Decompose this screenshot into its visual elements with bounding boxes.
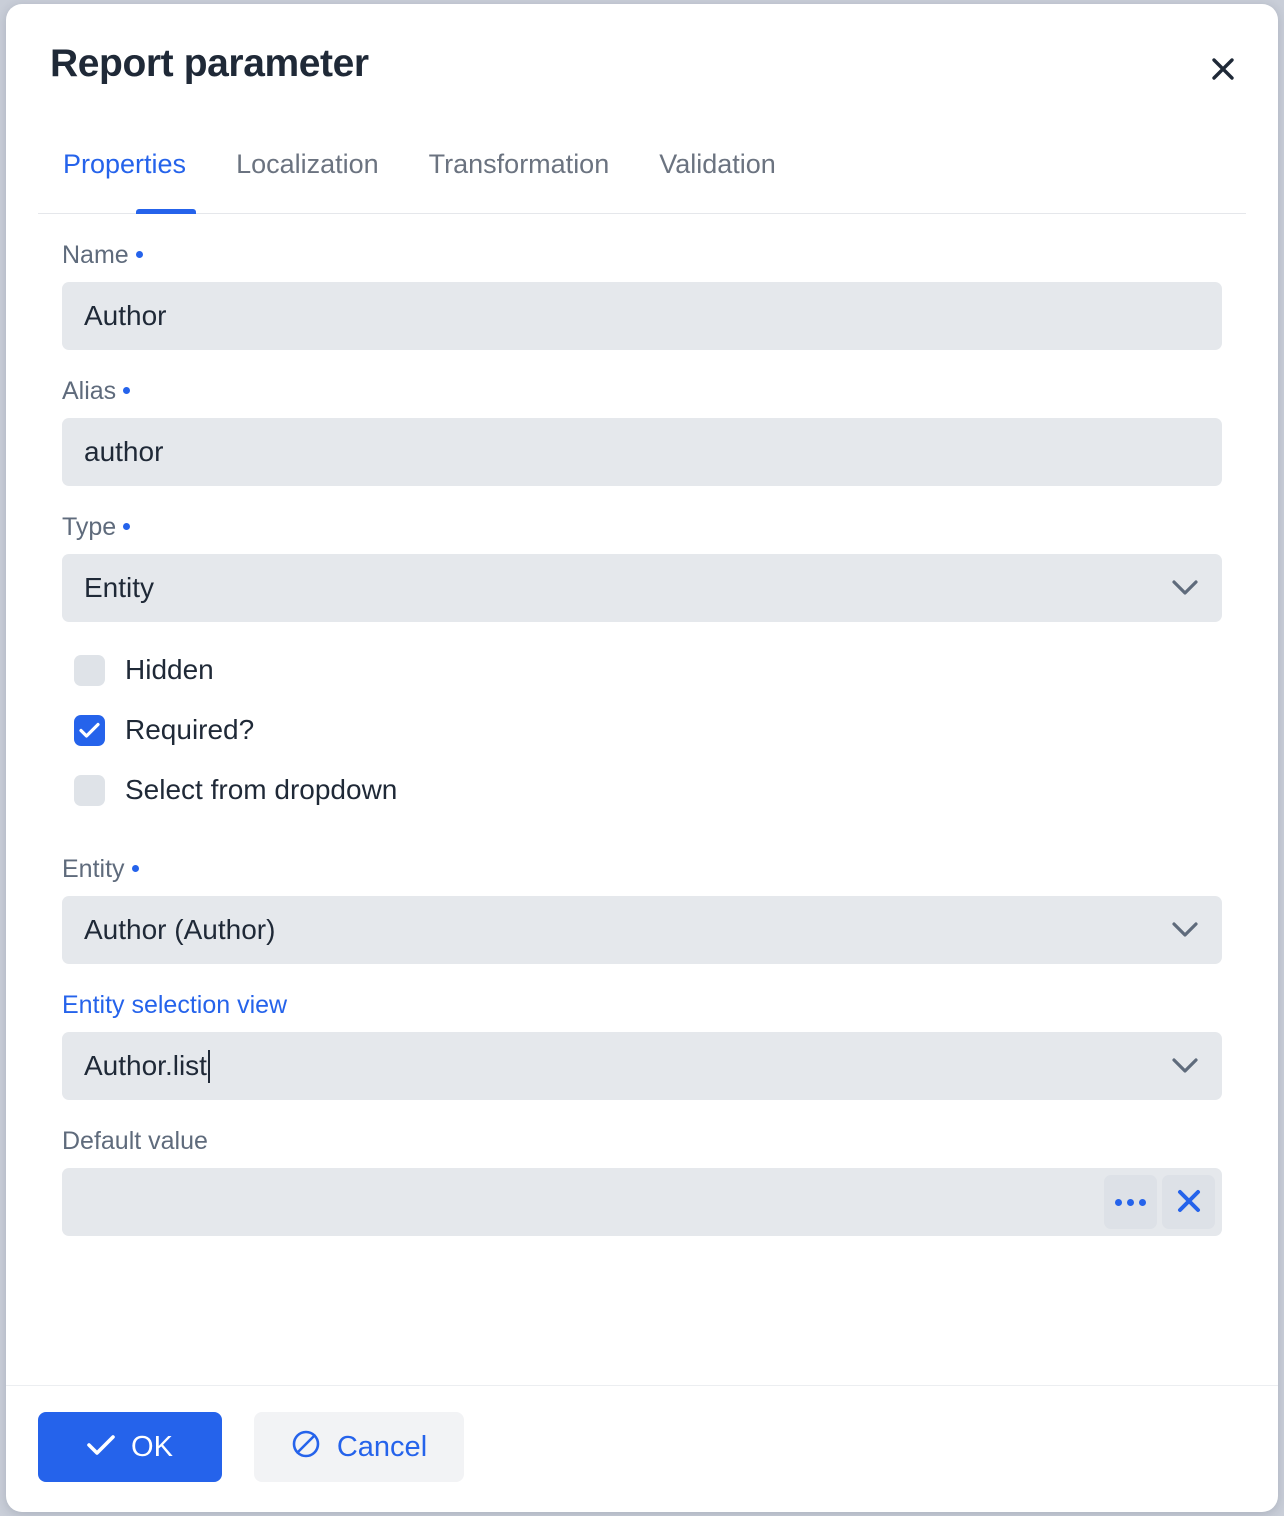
default-value-browse-button[interactable] [1104, 1175, 1157, 1229]
cancel-button-label: Cancel [336, 1430, 428, 1463]
close-icon [1210, 56, 1236, 82]
check-icon [87, 1433, 115, 1462]
entity-select[interactable]: Author (Author) [62, 896, 1222, 964]
ok-button[interactable]: OK [38, 1412, 222, 1482]
entity-selection-view-input[interactable]: Author.list [62, 1032, 1222, 1100]
required-dot-icon [135, 250, 143, 258]
dialog-header: Report parameter [6, 4, 1278, 132]
name-input[interactable]: Author [62, 282, 1222, 350]
check-icon [79, 722, 100, 739]
default-value-label: Default value [62, 1127, 208, 1155]
hidden-checkbox-label: Hidden [125, 654, 214, 685]
required-dot-icon [123, 522, 131, 530]
alias-label: Alias [62, 376, 1222, 406]
field-type: Type Entity [62, 512, 1222, 622]
chevron-down-icon[interactable] [1172, 1058, 1198, 1074]
type-label: Type [62, 512, 1222, 542]
entity-label: Entity [62, 854, 1222, 884]
chevron-down-icon[interactable] [1172, 580, 1198, 596]
hidden-checkbox[interactable] [74, 654, 105, 686]
required-checkbox[interactable] [74, 714, 105, 746]
tab-properties[interactable]: Properties [38, 132, 211, 180]
close-button[interactable] [1206, 52, 1240, 86]
alias-input-value: author [84, 436, 164, 467]
field-entity: Entity Author (Author) [62, 854, 1222, 964]
page-title: Report parameter [50, 42, 369, 85]
field-default-value: Default value [62, 1126, 1222, 1236]
default-value-input[interactable] [62, 1168, 1222, 1236]
name-input-value: Author [84, 300, 167, 331]
dialog-footer: OK Cancel [6, 1385, 1278, 1512]
name-label: Name [62, 240, 1222, 270]
default-value-clear-button[interactable] [1162, 1175, 1215, 1229]
type-select[interactable]: Entity [62, 554, 1222, 622]
required-checkbox-label: Required? [125, 714, 255, 745]
field-name: Name Author [62, 240, 1222, 350]
tab-divider [38, 213, 1246, 214]
text-cursor [207, 1049, 210, 1083]
select-from-dropdown-checkbox[interactable] [74, 774, 105, 806]
cancel-button[interactable]: Cancel [254, 1412, 464, 1482]
options-checkbox-group: Hidden Required? Select from dropdown [62, 640, 1222, 820]
tab-bar: Properties Localization Transformation V… [38, 132, 1246, 214]
field-alias: Alias author [62, 376, 1222, 486]
ban-icon [291, 1429, 321, 1465]
clear-x-icon [1175, 1187, 1203, 1218]
entity-label-text: Entity [62, 855, 125, 883]
chevron-down-icon[interactable] [1172, 922, 1198, 938]
entity-select-value: Author (Author) [84, 914, 276, 945]
ellipsis-icon [1115, 1198, 1146, 1206]
checkbox-row-required[interactable]: Required? [62, 700, 1222, 760]
active-tab-indicator [136, 209, 196, 214]
checkbox-row-select-from-dropdown[interactable]: Select from dropdown [62, 760, 1222, 820]
dialog-body: Name Author Alias author Type Entity Hid… [6, 214, 1278, 1385]
required-dot-icon [123, 386, 131, 394]
required-dot-icon [131, 864, 139, 872]
tab-transformation[interactable]: Transformation [404, 132, 635, 180]
type-select-value: Entity [84, 572, 155, 603]
field-entity-selection-view: Entity selection view Author.list [62, 990, 1222, 1100]
type-label-text: Type [62, 513, 117, 541]
tab-validation[interactable]: Validation [634, 132, 801, 180]
entity-selection-view-value: Author.list [84, 1050, 207, 1081]
tab-localization[interactable]: Localization [211, 132, 404, 180]
entity-selection-view-label[interactable]: Entity selection view [62, 990, 1222, 1020]
alias-label-text: Alias [62, 377, 117, 405]
alias-input[interactable]: author [62, 418, 1222, 486]
ok-button-label: OK [131, 1430, 173, 1463]
name-label-text: Name [62, 241, 129, 269]
report-parameter-dialog: Report parameter Properties Localization… [6, 4, 1278, 1512]
select-from-dropdown-checkbox-label: Select from dropdown [125, 774, 398, 805]
checkbox-row-hidden[interactable]: Hidden [62, 640, 1222, 700]
